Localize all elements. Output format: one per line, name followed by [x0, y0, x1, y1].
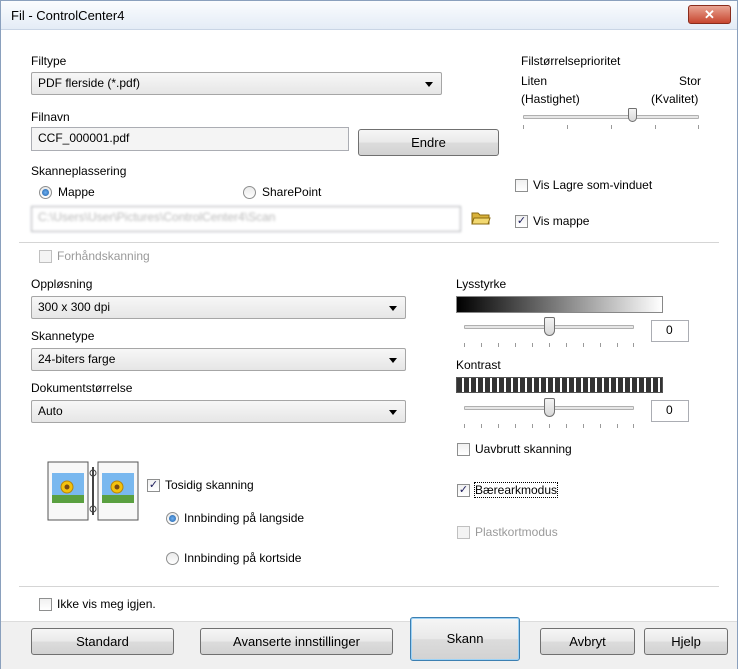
radio-folder[interactable] [39, 186, 52, 199]
continuous-scan-checkbox[interactable] [457, 443, 470, 456]
file-size-slider-thumb[interactable] [627, 108, 637, 122]
contrast-slider-ticks [464, 424, 634, 428]
file-size-label: Filstørrelseprioritet [521, 54, 621, 68]
standard-button[interactable]: Standard [31, 628, 174, 655]
radio-sharepoint[interactable] [243, 186, 256, 199]
resolution-label: Oppløsning [31, 277, 93, 291]
resolution-select[interactable]: 300 x 300 dpi [31, 296, 406, 319]
scan-button[interactable]: Skann [410, 617, 520, 661]
carrier-sheet-label[interactable]: Bærearkmodus [473, 482, 559, 498]
advanced-settings-button[interactable]: Avanserte innstillinger [200, 628, 393, 655]
duplex-checkbox[interactable]: ✓ [147, 479, 160, 492]
show-save-as-checkbox[interactable] [515, 179, 528, 192]
doc-size-value: Auto [38, 404, 63, 418]
file-size-small-label: Liten [521, 74, 548, 88]
file-size-slider-ticks [523, 125, 699, 129]
folder-browse-icon[interactable] [471, 210, 491, 226]
file-size-speed-label: (Hastighet) [521, 92, 580, 106]
doc-size-label: Dokumentstørrelse [31, 381, 133, 395]
continuous-scan-label[interactable]: Uavbrutt skanning [475, 442, 572, 456]
radio-short-edge-label[interactable]: Innbinding på kortside [184, 551, 301, 565]
scan-path-input[interactable]: C:\Users\User\Pictures\ControlCenter4\Sc… [31, 206, 461, 232]
scan-type-value: 24-biters farge [38, 352, 116, 366]
chevron-down-icon [389, 358, 397, 363]
section-divider [19, 242, 719, 243]
duplex-label[interactable]: Tosidig skanning [165, 478, 254, 492]
radio-long-edge-label[interactable]: Innbinding på langside [184, 511, 304, 525]
chevron-down-icon [389, 410, 397, 415]
brightness-value-input[interactable]: 0 [651, 320, 689, 342]
file-size-quality-label: (Kvalitet) [651, 92, 699, 106]
window-title: Fil - ControlCenter4 [11, 8, 125, 23]
button-bar: Standard Avanserte innstillinger Skann A… [1, 617, 737, 669]
file-type-select[interactable]: PDF flerside (*.pdf) [31, 72, 442, 95]
dont-show-again-checkbox[interactable] [39, 598, 52, 611]
help-button[interactable]: Hjelp [644, 628, 728, 655]
contrast-value-input[interactable]: 0 [651, 400, 689, 422]
brightness-slider-thumb[interactable] [543, 317, 555, 336]
chevron-down-icon [389, 306, 397, 311]
radio-long-edge[interactable] [166, 512, 179, 525]
brightness-gradient [456, 296, 663, 313]
file-name-label: Filnavn [31, 110, 70, 124]
radio-short-edge[interactable] [166, 552, 179, 565]
brightness-label: Lysstyrke [456, 277, 507, 291]
brightness-slider-ticks [464, 343, 634, 347]
change-button[interactable]: Endre [358, 129, 499, 156]
doc-size-select[interactable]: Auto [31, 400, 406, 423]
file-size-large-label: Stor [679, 74, 702, 88]
dont-show-again-label[interactable]: Ikke vis meg igjen. [57, 597, 156, 611]
prescan-checkbox[interactable] [39, 250, 52, 263]
show-folder-checkbox[interactable]: ✓ [515, 215, 528, 228]
bottom-divider [19, 586, 719, 587]
radio-folder-label[interactable]: Mappe [58, 185, 95, 199]
show-folder-label[interactable]: Vis mappe [533, 214, 589, 228]
close-button[interactable]: ✕ [688, 5, 731, 24]
contrast-label: Kontrast [456, 358, 501, 372]
scan-type-label: Skannetype [31, 329, 95, 343]
show-save-as-label[interactable]: Vis Lagre som-vinduet [533, 178, 652, 192]
contrast-slider-thumb[interactable] [543, 398, 555, 417]
controlcenter4-file-dialog: Fil - ControlCenter4 ✕ Filtype PDF flers… [0, 0, 738, 669]
plastic-card-label: Plastkortmodus [475, 525, 558, 539]
file-type-label: Filtype [31, 54, 67, 68]
file-type-value: PDF flerside (*.pdf) [38, 76, 141, 90]
cancel-button[interactable]: Avbryt [540, 628, 635, 655]
resolution-value: 300 x 300 dpi [38, 300, 111, 314]
radio-sharepoint-label[interactable]: SharePoint [262, 185, 321, 199]
duplex-illustration-icon [47, 461, 139, 521]
carrier-sheet-checkbox[interactable]: ✓ [457, 484, 470, 497]
plastic-card-checkbox[interactable] [457, 526, 470, 539]
scan-location-label: Skanneplassering [31, 164, 127, 178]
file-size-slider-track [523, 115, 699, 119]
file-name-input[interactable]: CCF_000001.pdf [31, 127, 349, 151]
prescan-label: Forhåndskanning [57, 249, 150, 263]
chevron-down-icon [425, 82, 433, 87]
contrast-pattern [456, 377, 663, 393]
title-bar[interactable]: Fil - ControlCenter4 ✕ [1, 1, 737, 30]
scan-type-select[interactable]: 24-biters farge [31, 348, 406, 371]
